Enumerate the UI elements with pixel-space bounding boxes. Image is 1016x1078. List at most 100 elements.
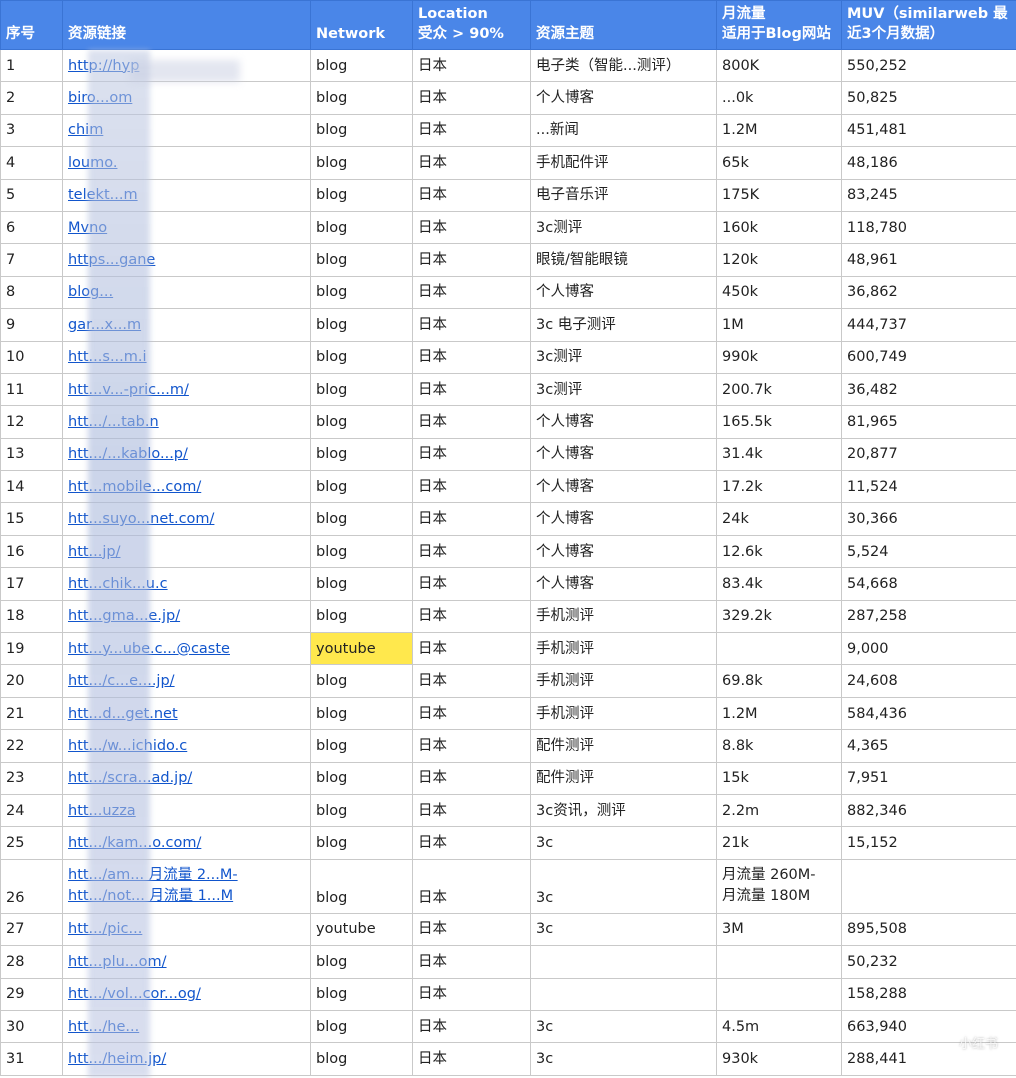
resource-link-cell[interactable]: htt.../kam...o.com/ (62, 826, 311, 860)
resource-link[interactable]: https...gane (68, 252, 155, 268)
network-cell[interactable]: blog (310, 179, 413, 212)
row-index-cell[interactable]: 26 (0, 859, 63, 914)
location-cell[interactable]: 日本 (412, 794, 531, 828)
network-cell[interactable]: blog (310, 373, 413, 407)
location-cell[interactable]: 日本 (412, 373, 531, 407)
location-cell[interactable]: 日本 (412, 1042, 531, 1076)
resource-link[interactable]: htt...suyo...net.com/ (68, 511, 214, 527)
network-cell[interactable]: blog (310, 794, 413, 828)
traffic-cell[interactable]: 15k (716, 762, 842, 795)
muv-cell[interactable]: 30,366 (841, 502, 1016, 536)
network-cell[interactable]: blog (310, 1010, 413, 1044)
topic-cell[interactable]: 3c测评 (530, 373, 717, 407)
row-index-cell[interactable]: 1 (0, 49, 63, 83)
network-cell[interactable]: blog (310, 308, 413, 342)
row-index-cell[interactable]: 28 (0, 945, 63, 979)
topic-cell[interactable]: 个人博客 (530, 502, 717, 536)
topic-cell[interactable]: 电子类（智能...测评） (530, 49, 717, 83)
location-cell[interactable]: 日本 (412, 567, 531, 601)
row-index-cell[interactable]: 9 (0, 308, 63, 342)
row-index-cell[interactable]: 8 (0, 276, 63, 310)
location-cell[interactable]: 日本 (412, 600, 531, 634)
traffic-cell[interactable]: 120k (716, 243, 842, 277)
row-index-cell[interactable]: 25 (0, 826, 63, 860)
header-location[interactable]: Location 受众 > 90% (412, 0, 531, 50)
resource-link-cell[interactable]: http://hyp (62, 49, 311, 83)
network-cell[interactable]: blog (310, 81, 413, 115)
resource-link[interactable]: htt...mobile...com/ (68, 479, 201, 495)
topic-cell[interactable]: 3c (530, 859, 717, 914)
traffic-cell[interactable]: 930k (716, 1042, 842, 1076)
resource-link[interactable]: htt.../vol...cor...og/ (68, 986, 201, 1002)
row-index-cell[interactable]: 13 (0, 438, 63, 472)
traffic-cell[interactable]: 329.2k (716, 600, 842, 634)
row-index-cell[interactable]: 2 (0, 81, 63, 115)
muv-cell[interactable]: 451,481 (841, 114, 1016, 148)
muv-cell[interactable]: 444,737 (841, 308, 1016, 342)
traffic-cell[interactable]: 3M (716, 913, 842, 947)
location-cell[interactable]: 日本 (412, 978, 531, 1011)
resource-link[interactable]: htt.../...tab.n (68, 414, 159, 430)
location-cell[interactable]: 日本 (412, 470, 531, 504)
header-topic[interactable]: 资源主题 (530, 0, 717, 50)
resource-link[interactable]: htt...uzza (68, 803, 136, 819)
resource-link-cell[interactable]: htt...y...ube.c...@caste (62, 632, 311, 666)
network-cell[interactable]: blog (310, 114, 413, 148)
traffic-cell[interactable]: 1M (716, 308, 842, 342)
muv-cell[interactable]: 36,482 (841, 373, 1016, 407)
resource-link-cell[interactable]: htt.../c...e....jp/ (62, 664, 311, 698)
traffic-cell[interactable]: 69.8k (716, 664, 842, 698)
muv-cell[interactable]: 600,749 (841, 341, 1016, 374)
location-cell[interactable]: 日本 (412, 762, 531, 795)
header-traffic[interactable]: 月流量 适用于Blog网站 (716, 0, 842, 50)
resource-link[interactable]: htt...y...ube.c...@caste (68, 641, 230, 657)
resource-link-cell[interactable]: htt...suyo...net.com/ (62, 502, 311, 536)
network-cell[interactable]: blog (310, 276, 413, 310)
traffic-cell[interactable]: 月流量 260M- 月流量 180M (716, 859, 842, 914)
resource-link-cell[interactable]: htt...jp/ (62, 535, 311, 569)
network-cell[interactable]: blog (310, 438, 413, 472)
topic-cell[interactable]: 3c资讯，测评 (530, 794, 717, 828)
resource-link[interactable]: biro...om (68, 90, 132, 106)
resource-link-cell[interactable]: https...gane (62, 243, 311, 277)
muv-cell[interactable]: 118,780 (841, 211, 1016, 245)
header-network[interactable]: Network (310, 0, 413, 50)
row-index-cell[interactable]: 18 (0, 600, 63, 634)
location-cell[interactable]: 日本 (412, 535, 531, 569)
traffic-cell[interactable]: 450k (716, 276, 842, 310)
muv-cell[interactable]: 20,877 (841, 438, 1016, 472)
traffic-cell[interactable]: 1.2M (716, 697, 842, 731)
traffic-cell[interactable]: 200.7k (716, 373, 842, 407)
resource-link-cell[interactable]: htt.../vol...cor...og/ (62, 978, 311, 1011)
resource-link-cell[interactable]: Mvno (62, 211, 311, 245)
location-cell[interactable]: 日本 (412, 341, 531, 374)
muv-cell[interactable] (841, 859, 1016, 914)
location-cell[interactable]: 日本 (412, 502, 531, 536)
resource-link[interactable]: chim (68, 122, 103, 138)
traffic-cell[interactable]: 83.4k (716, 567, 842, 601)
traffic-cell[interactable]: 990k (716, 341, 842, 374)
location-cell[interactable]: 日本 (412, 179, 531, 212)
traffic-cell[interactable]: 31.4k (716, 438, 842, 472)
resource-link[interactable]: htt.../pic... (68, 921, 142, 937)
row-index-cell[interactable]: 31 (0, 1042, 63, 1076)
muv-cell[interactable]: 83,245 (841, 179, 1016, 212)
muv-cell[interactable]: 882,346 (841, 794, 1016, 828)
topic-cell[interactable] (530, 978, 717, 1011)
traffic-cell[interactable]: 175K (716, 179, 842, 212)
topic-cell[interactable]: 个人博客 (530, 567, 717, 601)
network-cell[interactable]: blog (310, 243, 413, 277)
network-cell[interactable]: blog (310, 729, 413, 763)
network-cell[interactable]: blog (310, 567, 413, 601)
resource-link-cell[interactable]: htt.../...kablo...p/ (62, 438, 311, 472)
topic-cell[interactable]: 3c (530, 913, 717, 947)
resource-link-cell[interactable]: htt.../am... 月流量 2...M-htt.../not... 月流量… (62, 859, 311, 914)
resource-link[interactable]: http://hyp (68, 58, 139, 74)
traffic-cell[interactable]: 165.5k (716, 405, 842, 439)
resource-link[interactable]: htt.../c...e....jp/ (68, 673, 175, 689)
topic-cell[interactable]: 个人博客 (530, 81, 717, 115)
row-index-cell[interactable]: 17 (0, 567, 63, 601)
row-index-cell[interactable]: 23 (0, 762, 63, 795)
network-cell[interactable]: blog (310, 535, 413, 569)
resource-link-cell[interactable]: htt.../heim.jp/ (62, 1042, 311, 1076)
